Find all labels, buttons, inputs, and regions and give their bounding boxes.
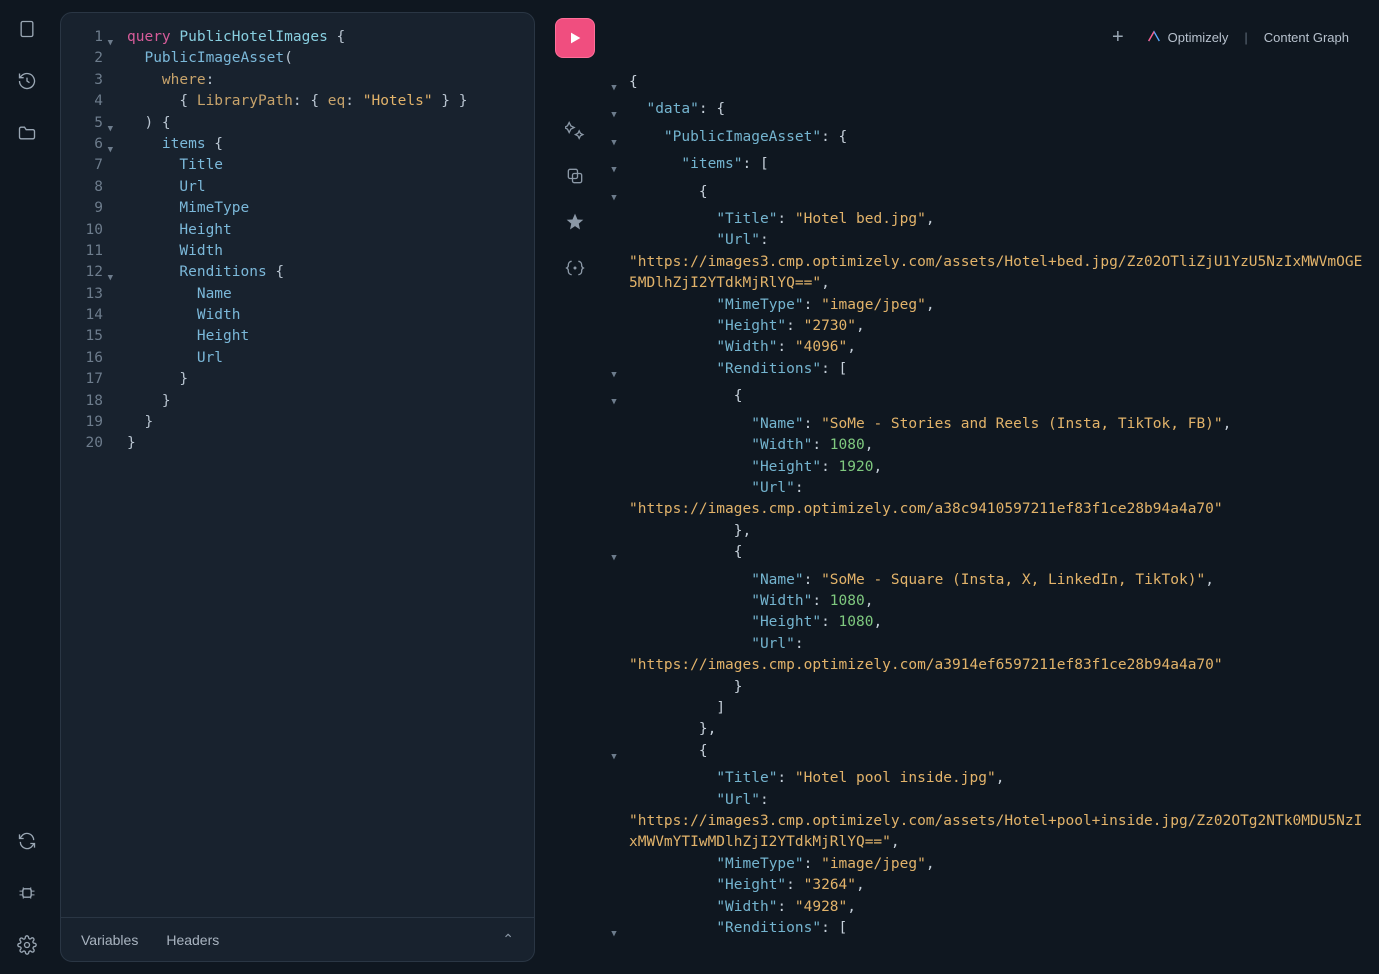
reload-icon[interactable]	[16, 830, 38, 852]
product-name: Content Graph	[1264, 30, 1349, 45]
keyboard-shortcuts-icon[interactable]	[16, 882, 38, 904]
headers-tab[interactable]: Headers	[166, 932, 219, 948]
optimizely-logo-icon	[1146, 29, 1162, 45]
left-rail	[0, 0, 54, 974]
brand-logo: Optimizely	[1146, 29, 1229, 45]
folder-icon[interactable]	[16, 122, 38, 144]
run-query-button[interactable]	[555, 18, 595, 58]
history-icon[interactable]	[16, 70, 38, 92]
response-viewer[interactable]: ▼{▼ "data": {▼ "PublicImageAsset": {▼ "i…	[605, 62, 1367, 962]
merge-brackets-icon[interactable]	[563, 256, 587, 280]
editor-footer: Variables Headers ⌃	[61, 917, 534, 961]
brand-name: Optimizely	[1168, 30, 1229, 45]
star-icon[interactable]	[563, 210, 587, 234]
results-panel: + Optimizely | Content Graph ▼{▼ "data":…	[605, 12, 1367, 962]
editor-toolbar	[545, 12, 605, 962]
query-editor-panel: 1▼2345▼6▼789101112▼1314151617181920 quer…	[60, 12, 535, 962]
doc-icon[interactable]	[16, 18, 38, 40]
query-editor[interactable]: 1▼2345▼6▼789101112▼1314151617181920 quer…	[61, 13, 534, 917]
settings-gear-icon[interactable]	[16, 934, 38, 956]
copy-icon[interactable]	[563, 164, 587, 188]
chevron-up-icon[interactable]: ⌃	[502, 931, 514, 948]
prettify-icon[interactable]	[563, 118, 587, 142]
variables-tab[interactable]: Variables	[81, 932, 138, 948]
add-tab-button[interactable]: +	[1112, 26, 1124, 49]
